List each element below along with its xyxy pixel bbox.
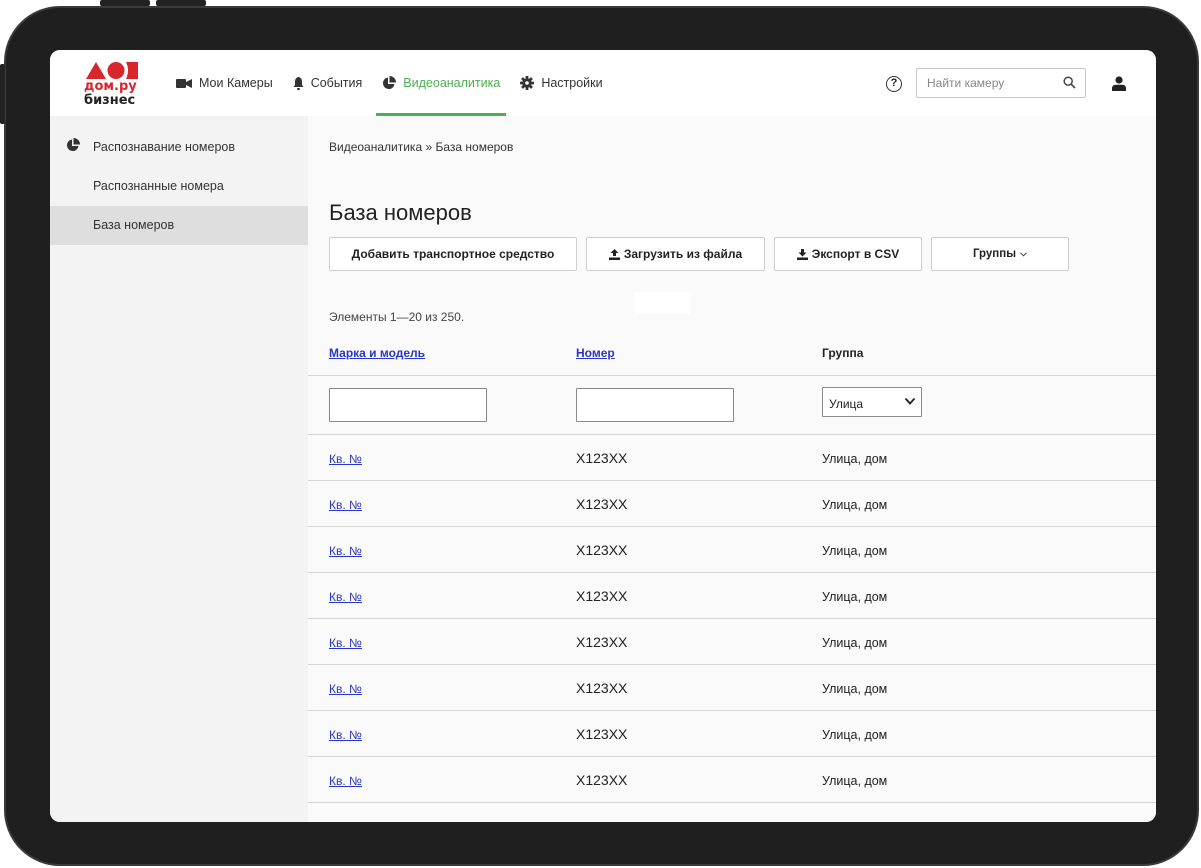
user-icon[interactable] — [1112, 76, 1126, 91]
device-side-button — [156, 0, 206, 6]
plate-number: X123XX — [576, 680, 628, 696]
nav-item-events[interactable]: События — [283, 50, 373, 116]
logo-mark-icon — [86, 62, 138, 79]
button-label: Группы — [972, 248, 1017, 260]
button-label: Добавить транспортное средство — [351, 247, 555, 261]
chevron-down-icon — [1020, 251, 1027, 257]
plate-number: X123XX — [576, 772, 628, 788]
column-header-group: Группа — [822, 346, 864, 360]
main-content: Видеоаналитика » База номеров База номер… — [308, 116, 1156, 822]
top-header: дом.ру бизнес Мои Камеры События Видеоан… — [50, 50, 1156, 116]
search-input[interactable] — [917, 69, 1057, 97]
nav-label: Видеоаналитика — [403, 76, 501, 90]
table-row: Кв. № X123XX Улица, дом — [308, 481, 1156, 527]
vehicle-group: Улица, дом — [822, 636, 888, 650]
groups-dropdown-button[interactable]: Группы — [931, 237, 1069, 271]
plate-number: X123XX — [576, 726, 628, 742]
plate-number: X123XX — [576, 542, 628, 558]
sidebar-item-plate-recognition[interactable]: Распознавание номеров — [50, 128, 308, 167]
pagination-summary: Элементы 1—20 из 250. — [329, 310, 465, 324]
vehicle-model-link[interactable]: Кв. № — [329, 774, 362, 788]
table-row: Кв. № X123XX Улица, дом — [308, 527, 1156, 573]
sidebar-item-plate-database[interactable]: База номеров — [50, 206, 308, 245]
table-row: Кв. № X123XX Улица, дом — [308, 757, 1156, 803]
device-side-button — [100, 0, 150, 6]
pie-chart-icon — [383, 76, 397, 90]
vehicle-model-link[interactable]: Кв. № — [329, 452, 362, 466]
logo-line-1: дом.ру — [84, 79, 137, 94]
table-row: Кв. № X123XX Улица, дом — [308, 711, 1156, 757]
number-filter-input[interactable] — [576, 388, 734, 422]
sidebar-item-label: Распознанные номера — [93, 179, 224, 193]
sidebar-item-label: База номеров — [93, 218, 175, 232]
nav-label: События — [310, 76, 363, 90]
vehicle-group: Улица, дом — [822, 498, 888, 512]
vehicle-group: Улица, дом — [822, 590, 888, 604]
export-csv-button[interactable]: Экспорт в CSV — [774, 237, 922, 271]
page-title: База номеров — [329, 200, 472, 225]
upload-icon — [608, 248, 620, 260]
bell-icon — [293, 76, 304, 90]
download-icon — [796, 248, 808, 260]
nav-label: Настройки — [541, 76, 603, 90]
vehicle-group: Улица, дом — [822, 728, 888, 742]
model-filter-input[interactable] — [329, 388, 487, 422]
video-camera-icon — [176, 78, 192, 88]
vehicle-model-link[interactable]: Кв. № — [329, 544, 362, 558]
brand-logo[interactable]: дом.ру бизнес — [84, 62, 146, 112]
pie-chart-icon — [66, 138, 80, 152]
vehicle-group: Улица, дом — [822, 682, 888, 696]
button-label: Загрузить из файла — [623, 247, 743, 261]
group-filter-select[interactable]: Улица — [822, 387, 922, 417]
vehicle-model-link[interactable]: Кв. № — [329, 728, 362, 742]
logo-line-2: бизнес — [84, 93, 136, 108]
table-row: Кв. № X123XX Улица, дом — [308, 665, 1156, 711]
vehicle-model-link[interactable]: Кв. № — [329, 636, 362, 650]
table-row: Кв. № X123XX Улица, дом — [308, 573, 1156, 619]
table-row: Кв. № X123XX Улица, дом — [308, 619, 1156, 665]
nav-item-video-analytics[interactable]: Видеоаналитика — [372, 50, 510, 116]
button-label: Экспорт в CSV — [811, 247, 900, 261]
vehicle-model-link[interactable]: Кв. № — [329, 590, 362, 604]
sidebar-item-label: Распознавание номеров — [93, 140, 235, 154]
app-screen: дом.ру бизнес Мои Камеры События Видеоан… — [50, 50, 1156, 822]
nav-label: Мои Камеры — [199, 76, 273, 90]
vehicle-group: Улица, дом — [822, 774, 888, 788]
breadcrumb[interactable]: Видеоаналитика » База номеров — [329, 140, 513, 154]
sidebar-item-recognized-plates[interactable]: Распознанные номера — [50, 167, 308, 206]
vehicle-group: Улица, дом — [822, 452, 888, 466]
sidebar: Распознавание номеров Распознанные номер… — [50, 116, 308, 822]
divider — [308, 802, 1156, 803]
plate-number: X123XX — [576, 496, 628, 512]
nav-item-settings[interactable]: Настройки — [510, 50, 612, 116]
logo-text: дом.ру бизнес — [84, 80, 137, 108]
column-header-model[interactable]: Марка и модель — [329, 346, 425, 360]
upload-file-button[interactable]: Загрузить из файла — [586, 237, 765, 271]
vehicle-group: Улица, дом — [822, 544, 888, 558]
chevron-down-icon — [904, 397, 916, 405]
column-header-number[interactable]: Номер — [576, 346, 615, 360]
nav-item-my-cameras[interactable]: Мои Камеры — [166, 50, 283, 116]
search-icon[interactable] — [1063, 76, 1076, 89]
help-icon[interactable]: ? — [886, 76, 902, 92]
vehicle-model-link[interactable]: Кв. № — [329, 682, 362, 696]
device-side-button — [0, 64, 5, 124]
selected-value: Улица — [829, 397, 864, 411]
plate-number: X123XX — [576, 588, 628, 604]
main-nav: Мои Камеры События Видеоаналитика Настро… — [166, 50, 613, 116]
divider — [308, 375, 1156, 376]
gear-icon — [520, 76, 535, 90]
camera-search — [916, 68, 1086, 98]
vehicle-model-link[interactable]: Кв. № — [329, 498, 362, 512]
table-row: Кв. № X123XX Улица, дом — [308, 435, 1156, 481]
empty-placeholder — [634, 292, 690, 314]
add-vehicle-button[interactable]: Добавить транспортное средство — [329, 237, 577, 271]
plate-number: X123XX — [576, 634, 628, 650]
plate-number: X123XX — [576, 450, 628, 466]
